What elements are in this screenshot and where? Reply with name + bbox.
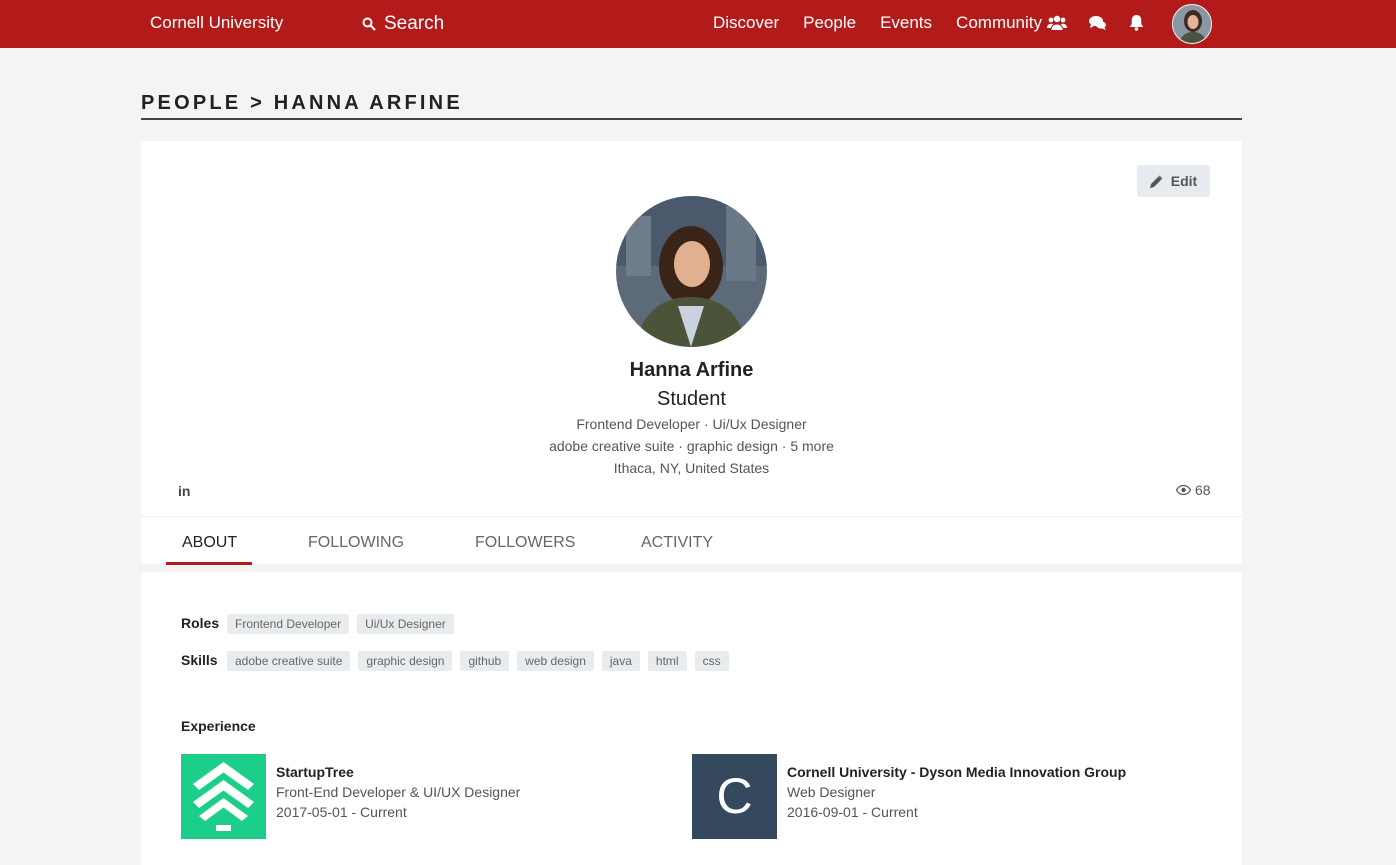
nav-community[interactable]: Community [956, 13, 1042, 33]
role-tag[interactable]: Frontend Developer [227, 614, 350, 634]
nav-people[interactable]: People [803, 13, 856, 33]
users-icon[interactable] [1047, 15, 1067, 31]
profile-skills-line: adobe creative suite · graphic design · … [549, 438, 834, 454]
search-button[interactable]: Search [362, 13, 444, 35]
experience-dates: 2017-05-01 - Current [276, 804, 407, 820]
profile-name: Hanna Arfine [629, 359, 754, 381]
profile-tabs: ABOUT FOLLOWING FOLLOWERS ACTIVITY [141, 516, 1242, 565]
tab-about[interactable]: ABOUT [182, 534, 237, 552]
roles-list: Frontend Developer Ui/Ux Designer [227, 614, 454, 634]
role-tag[interactable]: Ui/Ux Designer [357, 614, 454, 634]
experience-company: Cornell University - Dyson Media Innovat… [787, 764, 1127, 780]
company-logo-letter: C [692, 754, 777, 839]
skill-tag[interactable]: web design [517, 651, 594, 671]
profile-card: Edit Hanna Arfine Student Frontend Devel… [141, 141, 1242, 516]
skill-tag[interactable]: html [647, 651, 687, 671]
user-avatar[interactable] [1172, 4, 1212, 44]
top-navbar: Cornell University Search Discover Peopl… [0, 0, 1396, 48]
active-tab-indicator [166, 562, 252, 565]
tab-followers[interactable]: FOLLOWERS [475, 534, 575, 552]
experience-position: Front-End Developer & UI/UX Designer [276, 784, 521, 800]
profile-status: Student [657, 388, 726, 410]
roles-label: Roles [181, 615, 220, 631]
view-count-value: 68 [1195, 482, 1211, 498]
nav-events[interactable]: Events [880, 13, 932, 33]
skill-tag[interactable]: github [460, 651, 510, 671]
skill-tag[interactable]: graphic design [358, 651, 453, 671]
pencil-icon [1149, 175, 1163, 188]
profile-location: Ithaca, NY, United States [613, 460, 770, 476]
experience-heading: Experience [181, 718, 256, 734]
view-count: 68 [1176, 482, 1211, 498]
skill-tag[interactable]: java [601, 651, 640, 671]
nav-discover[interactable]: Discover [713, 13, 779, 33]
tab-following[interactable]: FOLLOWING [308, 534, 404, 552]
skills-label: Skills [181, 652, 218, 668]
experience-position: Web Designer [787, 784, 876, 800]
experience-company: StartupTree [276, 764, 354, 780]
breadcrumb-divider [141, 118, 1242, 120]
search-icon [362, 17, 376, 31]
tab-activity[interactable]: ACTIVITY [641, 534, 713, 552]
brand-link[interactable]: Cornell University [150, 13, 283, 33]
edit-button[interactable]: Edit [1137, 165, 1210, 197]
profile-photo [616, 196, 767, 347]
profile-roles-line: Frontend Developer · Ui/Ux Designer [576, 416, 807, 432]
svg-text:C: C [716, 768, 752, 824]
bell-icon[interactable] [1129, 14, 1144, 31]
search-label: Search [384, 13, 445, 34]
linkedin-icon[interactable]: in [178, 483, 190, 499]
skills-list: adobe creative suite graphic design gith… [227, 651, 729, 671]
skill-tag[interactable]: css [694, 651, 729, 671]
breadcrumb: PEOPLE > HANNA ARFINE [141, 92, 463, 114]
eye-icon [1176, 485, 1191, 495]
startuptree-logo [181, 754, 266, 839]
about-section: Roles Frontend Developer Ui/Ux Designer … [141, 572, 1242, 865]
skill-tag[interactable]: adobe creative suite [227, 651, 351, 671]
chat-icon[interactable] [1089, 15, 1107, 31]
edit-label: Edit [1170, 173, 1198, 189]
experience-dates: 2016-09-01 - Current [787, 804, 918, 820]
